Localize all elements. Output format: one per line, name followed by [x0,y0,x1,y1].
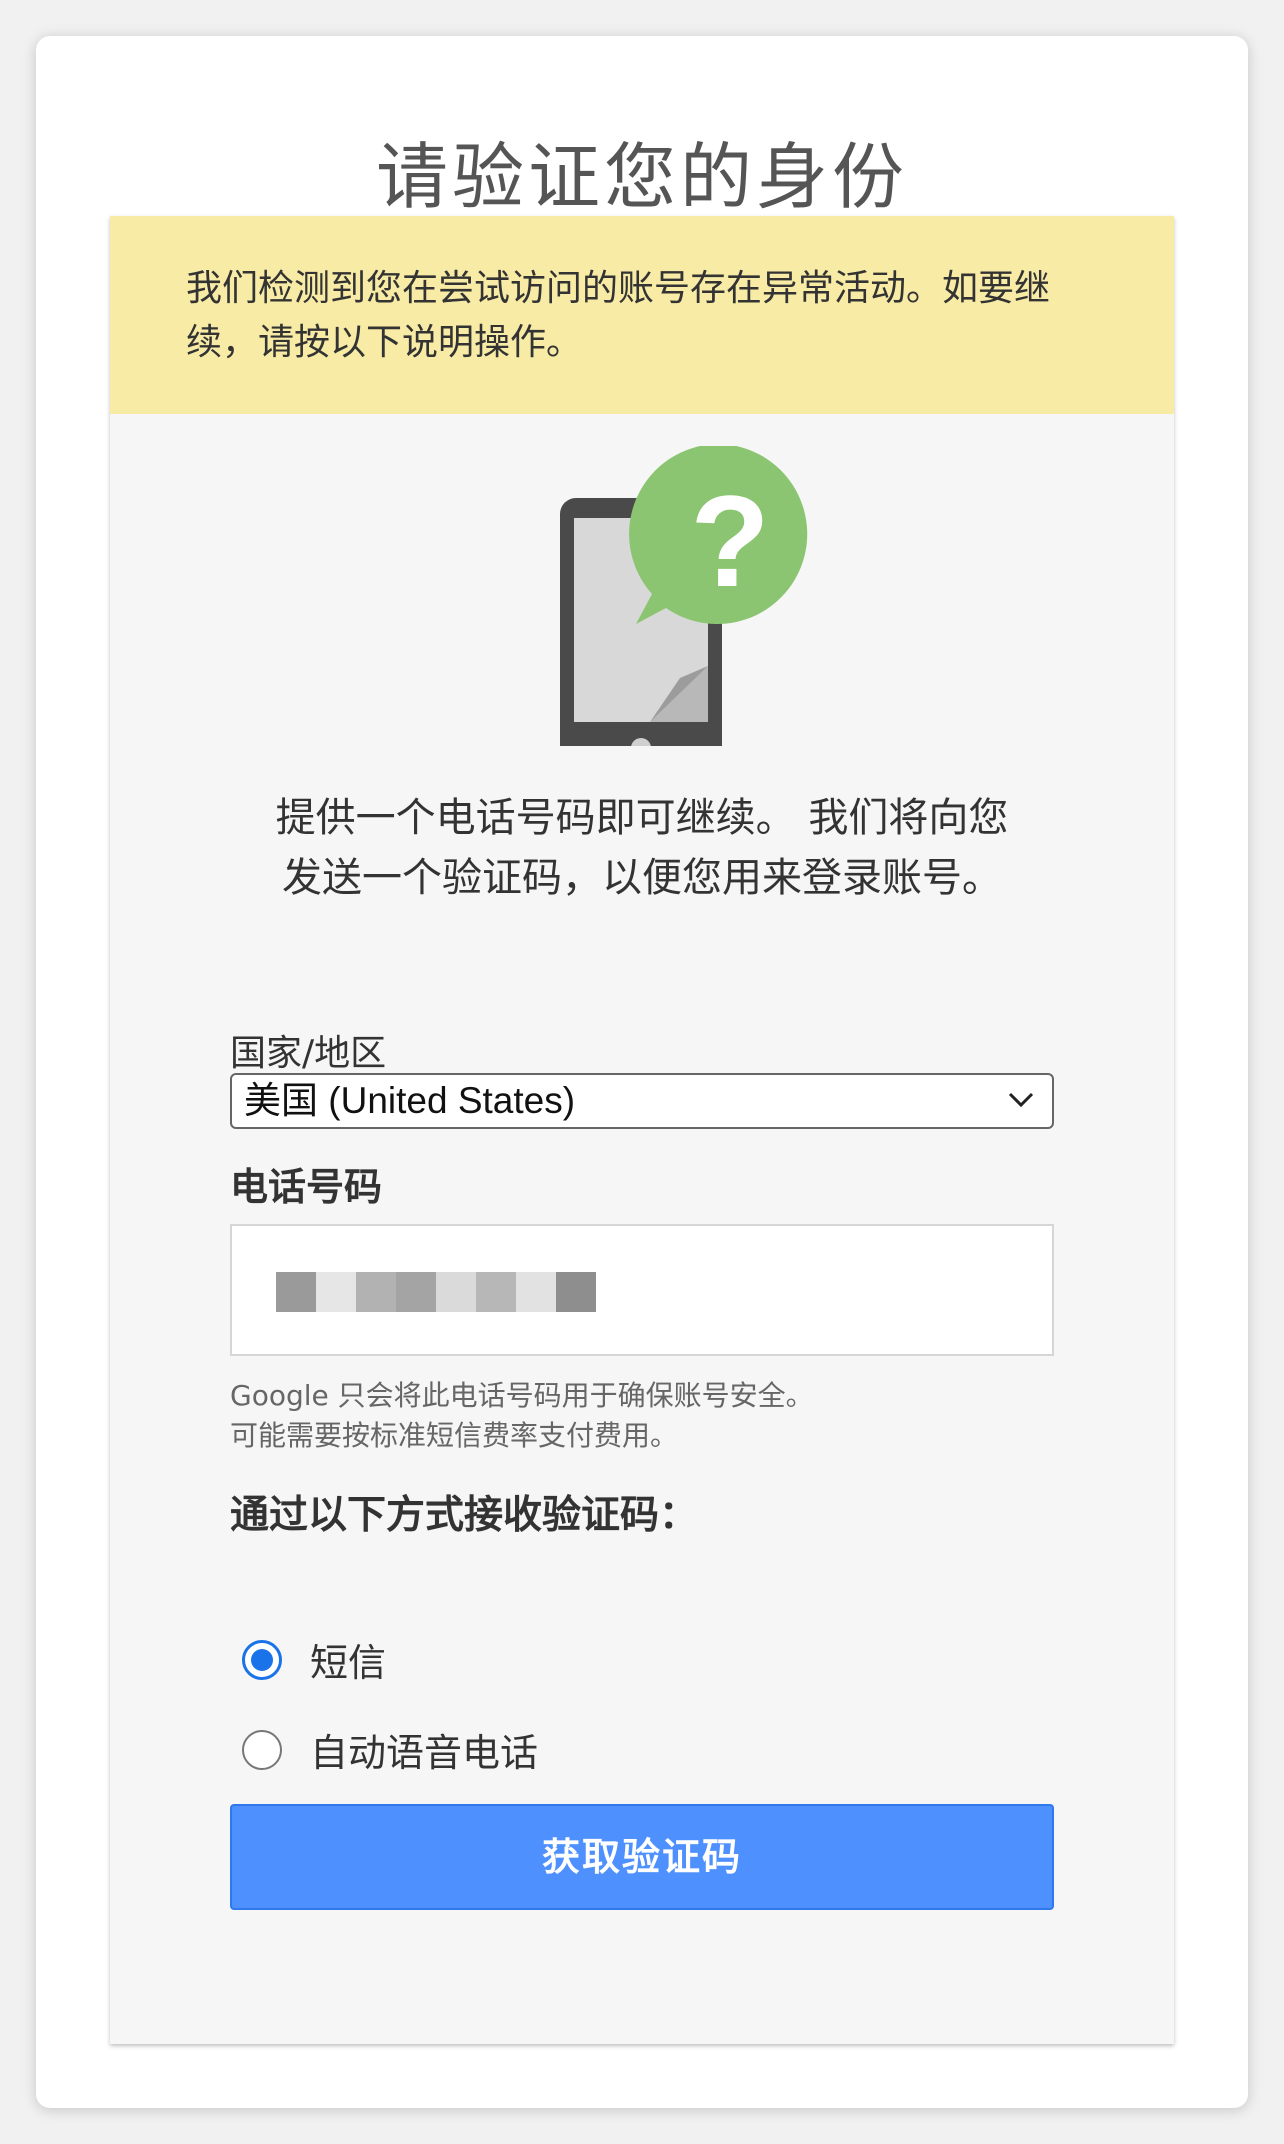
notice-text: 我们检测到您在尝试访问的账号存在异常活动。如要继续，请按以下说明操作。 [186,268,1051,363]
phone-hint-line1: Google 只会将此电话号码用于确保账号安全。 [230,1379,814,1412]
phone-input[interactable] [230,1224,1054,1356]
intro-text: 提供一个电话号码即可继续。 我们将向您发送一个验证码，以便您用来登录账号。 [275,795,1009,901]
get-code-button[interactable]: 获取验证码 [230,1804,1054,1910]
question-mark-icon: ? [690,468,769,614]
phone-label: 电话号码 [230,1165,383,1209]
verification-card: 我们检测到您在尝试访问的账号存在异常活动。如要继续，请按以下说明操作。 ? 提供… [110,216,1174,2044]
unusual-activity-notice: 我们检测到您在尝试访问的账号存在异常活动。如要继续，请按以下说明操作。 [110,216,1174,414]
sms-radio[interactable] [242,1639,282,1680]
redacted-phone-number [276,1272,596,1312]
page-title: 请验证您的身份 [375,135,908,219]
voice-call-radio[interactable] [242,1729,282,1770]
method-option-sms[interactable]: 短信 [242,1632,386,1687]
phone-hint: Google 只会将此电话号码用于确保账号安全。 可能需要按标准短信费率支付费用… [230,1376,814,1456]
method-label: 通过以下方式接收验证码： [230,1493,699,1538]
voice-call-label: 自动语音电话 [310,1731,539,1775]
country-selected-value: 美国 (United States) [244,1080,576,1121]
country-select[interactable]: 美国 (United States) [230,1073,1054,1129]
country-label: 国家/地区 [230,1033,387,1074]
browser-window: 请验证您的身份 我们检测到您在尝试访问的账号存在异常活动。如要继续，请按以下说明… [36,36,1248,2108]
chevron-down-icon [1008,1092,1034,1108]
sms-label: 短信 [310,1641,387,1685]
method-option-voice-call[interactable]: 自动语音电话 [242,1722,538,1777]
phone-hint-line2: 可能需要按标准短信费率支付费用。 [230,1419,679,1452]
phone-question-icon: ? [550,444,830,774]
